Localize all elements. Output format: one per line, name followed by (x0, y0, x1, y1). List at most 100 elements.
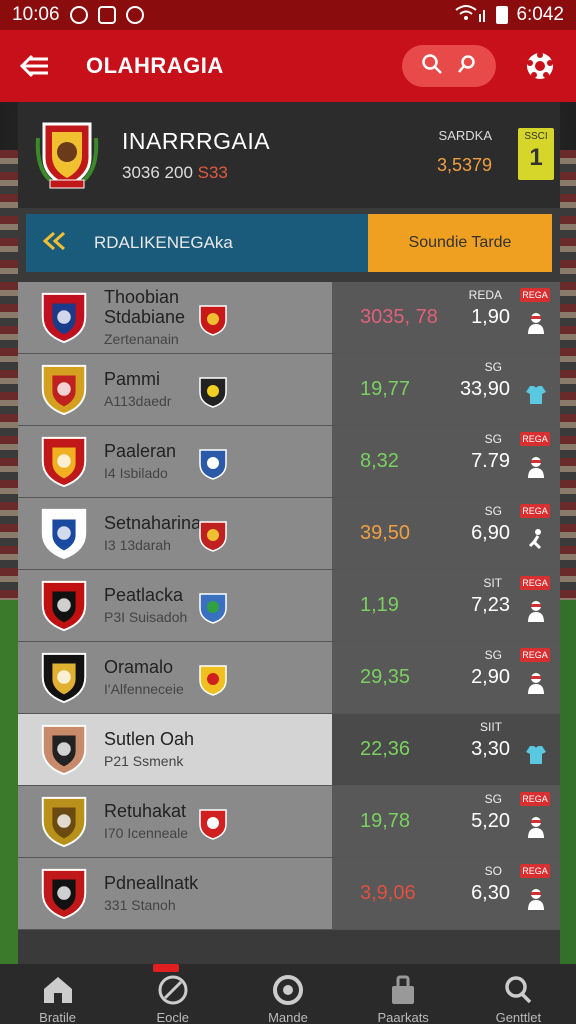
market-toggle: RDALIKENEGAkа Soundie Tarde (26, 214, 552, 272)
odds-primary[interactable]: 19,78 (360, 810, 410, 833)
team-cell[interactable]: Retuhakat I70 Icenneale (18, 786, 332, 857)
odds-label: SG (484, 792, 502, 806)
match-row[interactable]: Sutlen Oah P21 Ssmenk 22,36 SIIT 3,30 (18, 714, 560, 786)
team-subtitle: I4 Isbilado (104, 465, 168, 482)
nav-item-label: Paarkats (377, 1010, 429, 1024)
nav-item-5[interactable]: Genttlet (468, 964, 568, 1024)
odds-cell[interactable]: 22,36 SIIT 3,30 (332, 714, 560, 785)
odds-primary[interactable]: 39,50 (360, 522, 410, 545)
odds-cell[interactable]: 3035, 78 REDA REGA 1,90 (332, 282, 560, 353)
team-cell[interactable]: Oramalo I'Alfenneceie (18, 642, 332, 713)
bag-icon (353, 972, 453, 1008)
match-row[interactable]: Pdneallnatk 331 Stanoh 3,9,06 SO REGA 6,… (18, 858, 560, 930)
odds-secondary[interactable]: 3,30 (471, 738, 510, 761)
score-badge: SSCI 1 (518, 128, 554, 180)
kick-icon[interactable] (526, 528, 546, 550)
team-cell[interactable]: Thoobian Stdabiane Zertenanain (18, 282, 332, 353)
app-bar: OLAHRAGIA (0, 30, 576, 102)
team-cell[interactable]: Pammi A113daedr (18, 354, 332, 425)
odds-cell[interactable]: 19,78 SG REGA 5,20 (332, 786, 560, 857)
odds-primary[interactable]: 3035, 78 (360, 306, 438, 329)
odds-secondary[interactable]: 6,90 (471, 522, 510, 545)
nav-item-label: Mande (268, 1010, 308, 1024)
person-icon[interactable] (526, 816, 546, 838)
odds-secondary[interactable]: 33,90 (460, 378, 510, 401)
odds-primary[interactable]: 3,9,06 (360, 882, 416, 905)
odds-label: SG (484, 360, 502, 374)
match-row[interactable]: Peatlacka P3I Suisadoh 1,19 SIT REGA 7,2… (18, 570, 560, 642)
team-cell[interactable]: Pdneallnatk 331 Stanoh (18, 858, 332, 929)
odds-cell[interactable]: 3,9,06 SO REGA 6,30 (332, 858, 560, 929)
match-row[interactable]: Thoobian Stdabiane Zertenanain 3035, 78 … (18, 282, 560, 354)
odds-cell[interactable]: 1,19 SIT REGA 7,23 (332, 570, 560, 641)
person-icon[interactable] (526, 312, 546, 334)
score-badge-label: SSCI (524, 131, 548, 142)
notification-icon (97, 6, 116, 24)
odds-secondary[interactable]: 5,20 (471, 810, 510, 833)
team-name: Pdneallnatk (104, 872, 199, 893)
crowd-left (0, 150, 20, 600)
nav-item-1[interactable]: Bratile (8, 964, 108, 1024)
odds-cell[interactable]: 39,50 SG REGA 6,90 (332, 498, 560, 569)
person-icon[interactable] (526, 600, 546, 622)
match-header[interactable]: INARRRGAIA 3036 200 S33 SARDKA 3,5379 SS… (18, 102, 560, 208)
opponent-crest-icon (198, 448, 228, 480)
odds-secondary[interactable]: 7,23 (471, 594, 510, 617)
nav-item-3[interactable]: Mande (238, 964, 338, 1024)
person-icon[interactable] (526, 888, 546, 910)
team-cell[interactable]: Sutlen Oah P21 Ssmenk (18, 714, 332, 785)
odds-cell[interactable]: 8,32 SG REGA 7.79 (332, 426, 560, 497)
search-pill[interactable] (402, 45, 496, 87)
odds-cell[interactable]: 19,77 SG 33,90 (332, 354, 560, 425)
odds-secondary[interactable]: 6,30 (471, 882, 510, 905)
match-row[interactable]: Setnaharina I3 13darah 39,50 SG REGA 6,9… (18, 498, 560, 570)
odds-secondary[interactable]: 7.79 (471, 450, 510, 473)
nav-item-4[interactable]: Paarkats (353, 964, 453, 1024)
team-name: Paaleran (104, 440, 177, 461)
opponent-crest-icon (198, 664, 228, 696)
team-subtitle: Zertenanain (104, 331, 179, 348)
odds-secondary[interactable]: 2,90 (471, 666, 510, 689)
odds-primary[interactable]: 19,77 (360, 378, 410, 401)
team-subtitle: I3 13darah (104, 537, 171, 554)
shirt-icon[interactable] (526, 744, 546, 766)
ball-icon (123, 972, 223, 1008)
sync-icon (125, 6, 144, 24)
match-row[interactable]: Oramalo I'Alfenneceie 29,35 SG REGA 2,90 (18, 642, 560, 714)
team-crest-icon (38, 290, 90, 346)
nav-item-label: Genttlet (495, 1010, 542, 1024)
team-subtitle: P3I Suisadoh (104, 609, 188, 626)
team-name: Thoobian (104, 286, 180, 307)
market-tab-left[interactable]: RDALIKENEGAkа (26, 214, 368, 272)
team-cell[interactable]: Paaleran I4 Isbilado (18, 426, 332, 497)
team-cell[interactable]: Setnaharina I3 13darah (18, 498, 332, 569)
opponent-crest-icon (198, 304, 228, 336)
filter-icon[interactable] (456, 53, 478, 80)
person-icon[interactable] (526, 672, 546, 694)
nav-item-2[interactable]: Eocle (123, 964, 223, 1024)
odds-secondary[interactable]: 1,90 (471, 306, 510, 329)
odds-primary[interactable]: 29,35 (360, 666, 410, 689)
settings-gear-icon[interactable] (522, 48, 558, 84)
person-icon[interactable] (526, 456, 546, 478)
shirt-icon[interactable] (526, 384, 546, 406)
odds-cell[interactable]: 29,35 SG REGA 2,90 (332, 642, 560, 713)
team-cell[interactable]: Peatlacka P3I Suisadoh (18, 570, 332, 641)
odds-primary[interactable]: 22,36 (360, 738, 410, 761)
match-row[interactable]: Paaleran I4 Isbilado 8,32 SG REGA 7.79 (18, 426, 560, 498)
match-row[interactable]: Retuhakat I70 Icenneale 19,78 SG REGA 5,… (18, 786, 560, 858)
back-arrow-icon[interactable] (18, 49, 52, 83)
odds-summary-value: 3,5379 (436, 155, 492, 175)
team-name: Sutlen Oah (104, 728, 195, 749)
odds-primary[interactable]: 8,32 (360, 450, 399, 473)
market-tab-right[interactable]: Soundie Tarde (368, 214, 552, 272)
odds-primary[interactable]: 1,19 (360, 594, 399, 617)
battery-icon (496, 6, 509, 24)
home-icon (8, 972, 108, 1008)
search-icon[interactable] (421, 53, 443, 80)
match-subtitle: 3036 200 S33 (122, 163, 270, 183)
team-crest-icon (38, 650, 90, 706)
match-row[interactable]: Pammi A113daedr 19,77 SG 33,90 (18, 354, 560, 426)
team-crest-icon (38, 722, 90, 778)
team-crest-icon (38, 434, 90, 490)
